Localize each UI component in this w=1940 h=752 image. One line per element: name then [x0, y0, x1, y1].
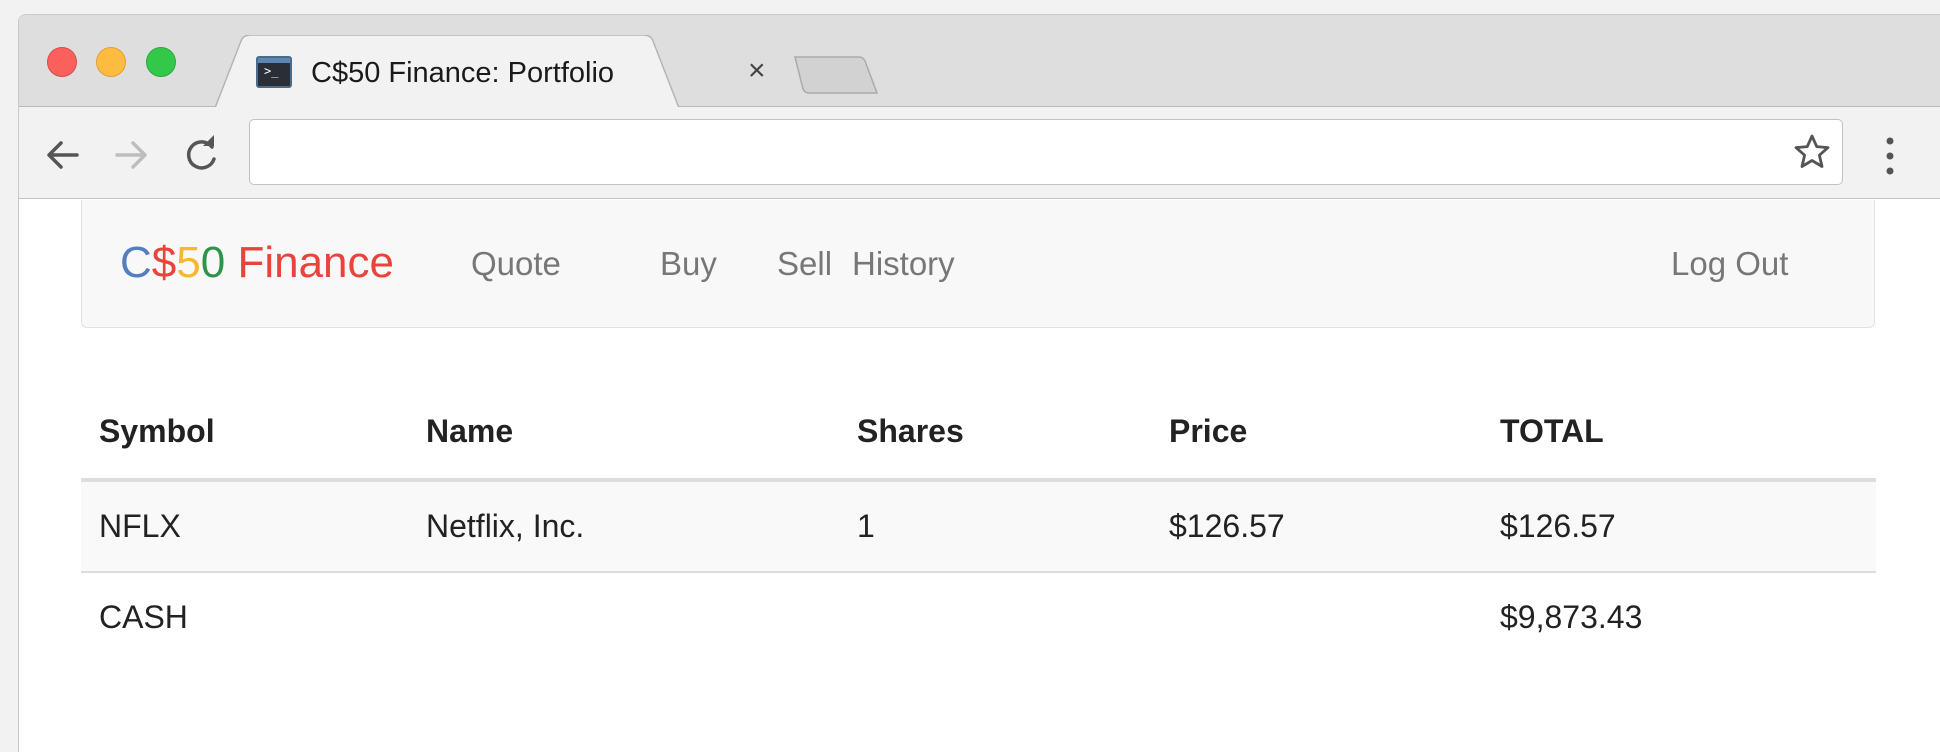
table-header-row: Symbol Name Shares Price TOTAL: [81, 385, 1876, 482]
cell-empty: [1151, 572, 1482, 662]
brand-part: 5: [176, 238, 201, 287]
page-content: C$50 Finance Quote Buy Sell History Log …: [19, 200, 1940, 752]
browser-window: >_ C$50 Finance: Portfolio × C$50 Financ…: [18, 14, 1940, 752]
column-header-total: TOTAL: [1482, 385, 1876, 482]
brand-logo[interactable]: C$50 Finance: [120, 238, 394, 288]
forward-arrow-icon[interactable]: [109, 133, 153, 177]
site-navbar: C$50 Finance Quote Buy Sell History Log …: [81, 200, 1875, 328]
cell-shares: 1: [839, 480, 1151, 573]
cell-cash-label: CASH: [99, 599, 188, 635]
nav-link-sell[interactable]: Sell: [777, 244, 832, 284]
close-window-button[interactable]: [47, 47, 77, 77]
table-row: NFLX Netflix, Inc. 1 $126.57 $126.57: [81, 480, 1876, 573]
cell-cash-total: $9,873.43: [1500, 599, 1643, 635]
brand-part: $: [151, 238, 177, 287]
cell-total: $126.57: [1482, 480, 1876, 573]
column-header-name: Name: [408, 385, 839, 482]
browser-toolbar: [19, 107, 1940, 199]
portfolio-table: Symbol Name Shares Price TOTAL NFLX Netf…: [81, 385, 1876, 662]
cell-price: $126.57: [1151, 480, 1482, 573]
brand-part: C: [120, 238, 152, 287]
brand-part: 0: [200, 238, 226, 287]
column-header-price: Price: [1151, 385, 1482, 482]
address-bar[interactable]: [249, 119, 1843, 185]
cell-name: Netflix, Inc.: [408, 480, 839, 573]
column-header-symbol: Symbol: [81, 385, 408, 482]
nav-link-logout[interactable]: Log Out: [1671, 244, 1788, 284]
back-arrow-icon[interactable]: [41, 133, 85, 177]
tab-close-icon[interactable]: ×: [748, 54, 766, 88]
brand-part: Finance: [225, 238, 394, 287]
cell-symbol: NFLX: [81, 480, 408, 573]
nav-link-quote[interactable]: Quote: [471, 244, 561, 284]
tab-strip: >_ C$50 Finance: Portfolio ×: [19, 15, 1940, 108]
star-icon[interactable]: [1792, 132, 1832, 172]
cash-row: CASH $9,873.43: [81, 572, 1876, 662]
minimize-window-button[interactable]: [96, 47, 126, 77]
maximize-window-button[interactable]: [146, 47, 176, 77]
tab-title: C$50 Finance: Portfolio: [311, 57, 615, 89]
new-tab-button[interactable]: [793, 55, 879, 95]
tab-portfolio[interactable]: >_ C$50 Finance: Portfolio ×: [215, 35, 795, 108]
cell-empty: [408, 572, 839, 662]
reload-icon[interactable]: [179, 133, 223, 177]
terminal-favicon-icon: >_: [256, 56, 292, 88]
column-header-shares: Shares: [839, 385, 1151, 482]
nav-link-history[interactable]: History: [852, 244, 955, 284]
cell-empty: [839, 572, 1151, 662]
nav-link-buy[interactable]: Buy: [660, 244, 717, 284]
menu-dots-icon[interactable]: [1882, 135, 1898, 179]
url-input[interactable]: [266, 132, 1746, 172]
